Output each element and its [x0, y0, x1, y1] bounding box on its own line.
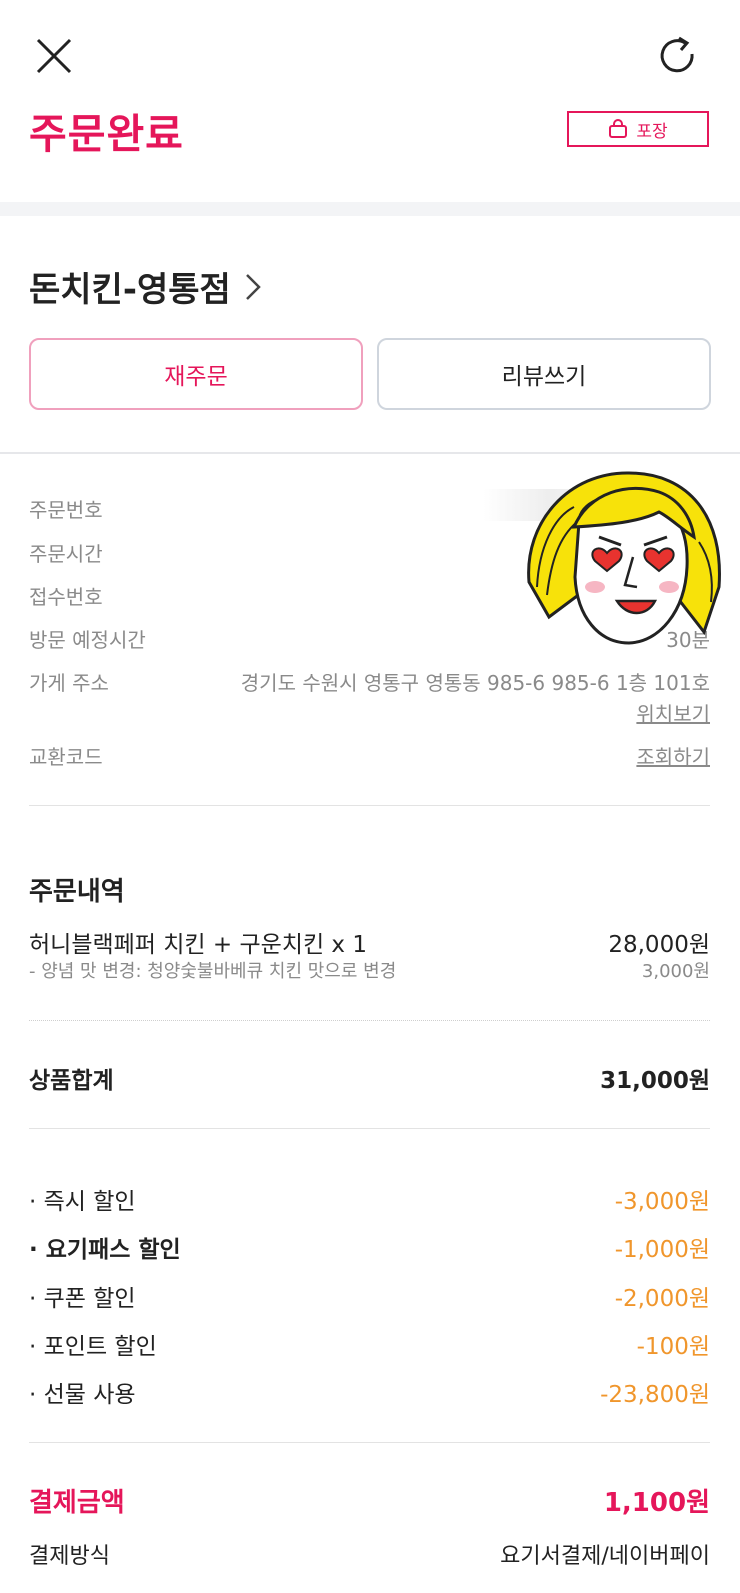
payment-amount-label: 결제금액	[29, 1488, 125, 1518]
review-button[interactable]: 리뷰쓰기	[377, 338, 711, 410]
exchange-code-link[interactable]: 조회하기	[636, 741, 710, 770]
chevron-right-icon	[245, 273, 261, 300]
heart-eyes-girl-sticker-icon	[527, 471, 721, 645]
subtotal-value: 31,000원	[600, 1068, 710, 1094]
divider	[29, 805, 710, 806]
discount-value-coupon: -2,000원	[614, 1286, 710, 1312]
store-name: 돈치킨-영통점	[29, 270, 231, 310]
page-title: 주문완료	[29, 110, 184, 158]
visit-time-label: 방문 예정시간	[29, 628, 146, 652]
menu-option-name: - 양념 맛 변경: 청양숯불바베큐 치킨 맛으로 변경	[29, 961, 397, 982]
menu-option-price: 3,000원	[641, 961, 710, 982]
takeout-badge: 포장	[567, 111, 709, 147]
section-divider	[0, 202, 740, 216]
badge-label: 포장	[636, 121, 668, 142]
menu-item-name: 허니블랙페퍼 치킨 + 구운치킨 x 1	[29, 932, 367, 958]
discount-label-coupon: · 쿠폰 할인	[29, 1286, 136, 1312]
divider	[0, 452, 740, 454]
sticker-image	[519, 467, 731, 649]
divider	[29, 1128, 710, 1129]
divider	[29, 1442, 710, 1443]
exchange-code-label: 교환코드	[29, 745, 103, 769]
reorder-button[interactable]: 재주문	[29, 338, 363, 410]
close-icon	[36, 38, 72, 74]
discount-label-point: · 포인트 할인	[29, 1334, 157, 1360]
discount-value-point: -100원	[636, 1334, 710, 1360]
payment-method-label: 결제방식	[29, 1544, 110, 1569]
payment-method-value: 요기서결제/네이버페이	[500, 1544, 710, 1569]
discount-value-yogipass: -1,000원	[614, 1237, 710, 1263]
dotted-divider	[29, 1020, 710, 1021]
discount-value-instant: -3,000원	[614, 1189, 710, 1215]
store-link[interactable]: 돈치킨-영통점	[29, 262, 263, 311]
discount-label-yogipass: · 요기패스 할인	[29, 1237, 181, 1263]
refresh-icon	[660, 36, 694, 73]
receipt-number-label: 접수번호	[29, 585, 103, 609]
order-number-label: 주문번호	[29, 498, 103, 522]
close-button[interactable]	[30, 32, 78, 80]
discount-label-gift: · 선물 사용	[29, 1382, 136, 1408]
order-details-title: 주문내역	[29, 877, 125, 907]
subtotal-label: 상품합계	[29, 1068, 114, 1094]
payment-amount-value: 1,100원	[603, 1488, 710, 1518]
order-time-label: 주문시간	[29, 542, 103, 566]
location-link[interactable]: 위치보기	[636, 698, 710, 727]
discount-label-instant: · 즉시 할인	[29, 1189, 136, 1215]
refresh-button[interactable]	[654, 32, 702, 80]
store-address-value: 경기도 수원시 영통구 영통동 985-6 985-6 1층 101호	[240, 671, 710, 695]
discount-value-gift: -23,800원	[600, 1382, 710, 1408]
store-address-label: 가게 주소	[29, 671, 109, 695]
shopping-bag-icon	[609, 119, 628, 138]
menu-item-price: 28,000원	[608, 932, 710, 958]
